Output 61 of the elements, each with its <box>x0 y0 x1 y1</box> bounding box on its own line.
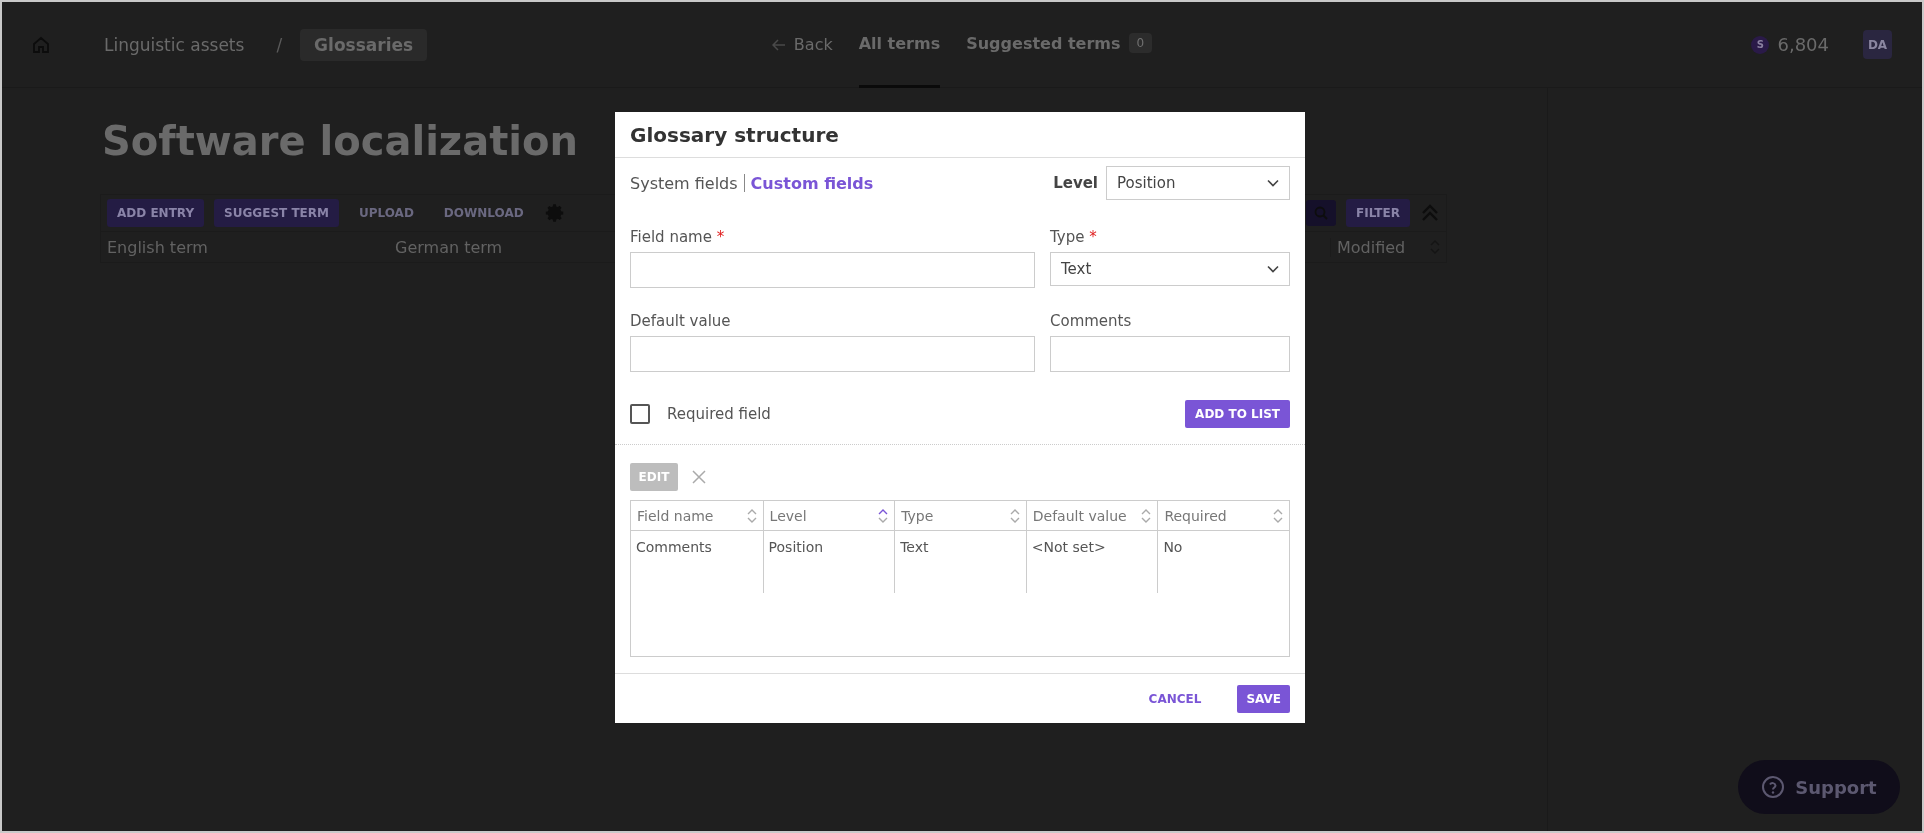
level-label: Level <box>1053 174 1098 192</box>
field-label: Default value <box>630 312 732 330</box>
fields-tab[interactable]: System fields <box>630 173 738 193</box>
count-badge: 0 <box>1128 33 1153 53</box>
arrow-left-icon <box>771 38 786 51</box>
column-header[interactable]: Default value <box>1025 501 1158 530</box>
toolbar-button[interactable]: UPLOAD <box>348 199 424 227</box>
nav-tab[interactable]: Suggested terms 0 <box>966 2 1153 88</box>
type-select[interactable]: Text <box>1050 252 1290 286</box>
filter-button[interactable]: FILTER <box>1346 199 1410 227</box>
toolbar-button[interactable]: ADD ENTRY <box>107 199 205 227</box>
sort-icon[interactable] <box>1273 507 1283 524</box>
checkbox-label: Required field <box>667 405 771 423</box>
delete-icon[interactable] <box>692 470 706 484</box>
page-title: Software localization <box>102 118 578 164</box>
breadcrumb-link[interactable]: Linguistic assets <box>90 28 259 61</box>
user-avatar[interactable]: DA <box>1863 30 1892 59</box>
sort-icon[interactable] <box>878 507 889 524</box>
column-header[interactable]: English term <box>101 237 389 257</box>
input-field[interactable] <box>630 336 1035 372</box>
add-to-list-button[interactable]: ADD TO LIST <box>1185 400 1290 428</box>
tab-label: Suggested terms <box>966 33 1121 53</box>
nav-tab[interactable]: All terms <box>858 2 941 88</box>
table-cell-text: Comments <box>635 538 713 557</box>
table-cell: Position <box>762 531 895 593</box>
chevron-down-icon <box>1267 265 1279 273</box>
input-field[interactable] <box>1050 336 1290 372</box>
table-cell: <Not set> <box>1025 531 1158 593</box>
toolbar-button[interactable]: SUGGEST TERM <box>214 199 339 227</box>
cancel-button[interactable]: CANCEL <box>1142 690 1208 707</box>
table-cell: Text <box>894 531 1026 593</box>
dialog-title: Glossary structure <box>630 122 839 147</box>
back-link[interactable]: Back <box>771 35 833 54</box>
chevron-down-icon <box>1267 179 1279 187</box>
help-icon <box>1761 775 1786 799</box>
field-label: Field name * <box>630 228 726 246</box>
save-button[interactable]: SAVE <box>1237 684 1290 713</box>
support-button[interactable]: Support <box>1738 760 1900 814</box>
tab-label: All terms <box>858 33 941 53</box>
table-cell: No <box>1157 531 1289 593</box>
breadcrumb-link[interactable]: Glossaries <box>300 28 428 61</box>
toolbar-button[interactable]: DOWNLOAD <box>433 199 534 227</box>
sort-icon[interactable] <box>1141 507 1152 524</box>
column-header[interactable]: Field name <box>631 501 763 530</box>
credit-balance: 6,804 <box>1777 34 1829 55</box>
required-checkbox[interactable] <box>630 404 650 424</box>
sort-icon[interactable] <box>1009 507 1020 524</box>
field-label: Type * <box>1050 228 1098 246</box>
column-header[interactable]: Level <box>762 501 895 530</box>
level-select[interactable]: Position <box>1106 166 1290 200</box>
column-header[interactable]: Modified <box>1330 237 1440 257</box>
breadcrumb-separator: / <box>276 34 283 55</box>
field-label: Comments <box>1050 312 1133 330</box>
fields-tab[interactable]: Custom fields <box>750 173 874 193</box>
sort-icon[interactable] <box>746 507 757 524</box>
column-header[interactable]: Required <box>1157 501 1289 530</box>
input-field[interactable] <box>630 252 1035 288</box>
search-icon <box>1314 206 1329 220</box>
credit-coin-icon: S <box>1751 35 1770 54</box>
column-header[interactable]: Type <box>894 501 1026 530</box>
search-button[interactable] <box>1306 200 1337 226</box>
